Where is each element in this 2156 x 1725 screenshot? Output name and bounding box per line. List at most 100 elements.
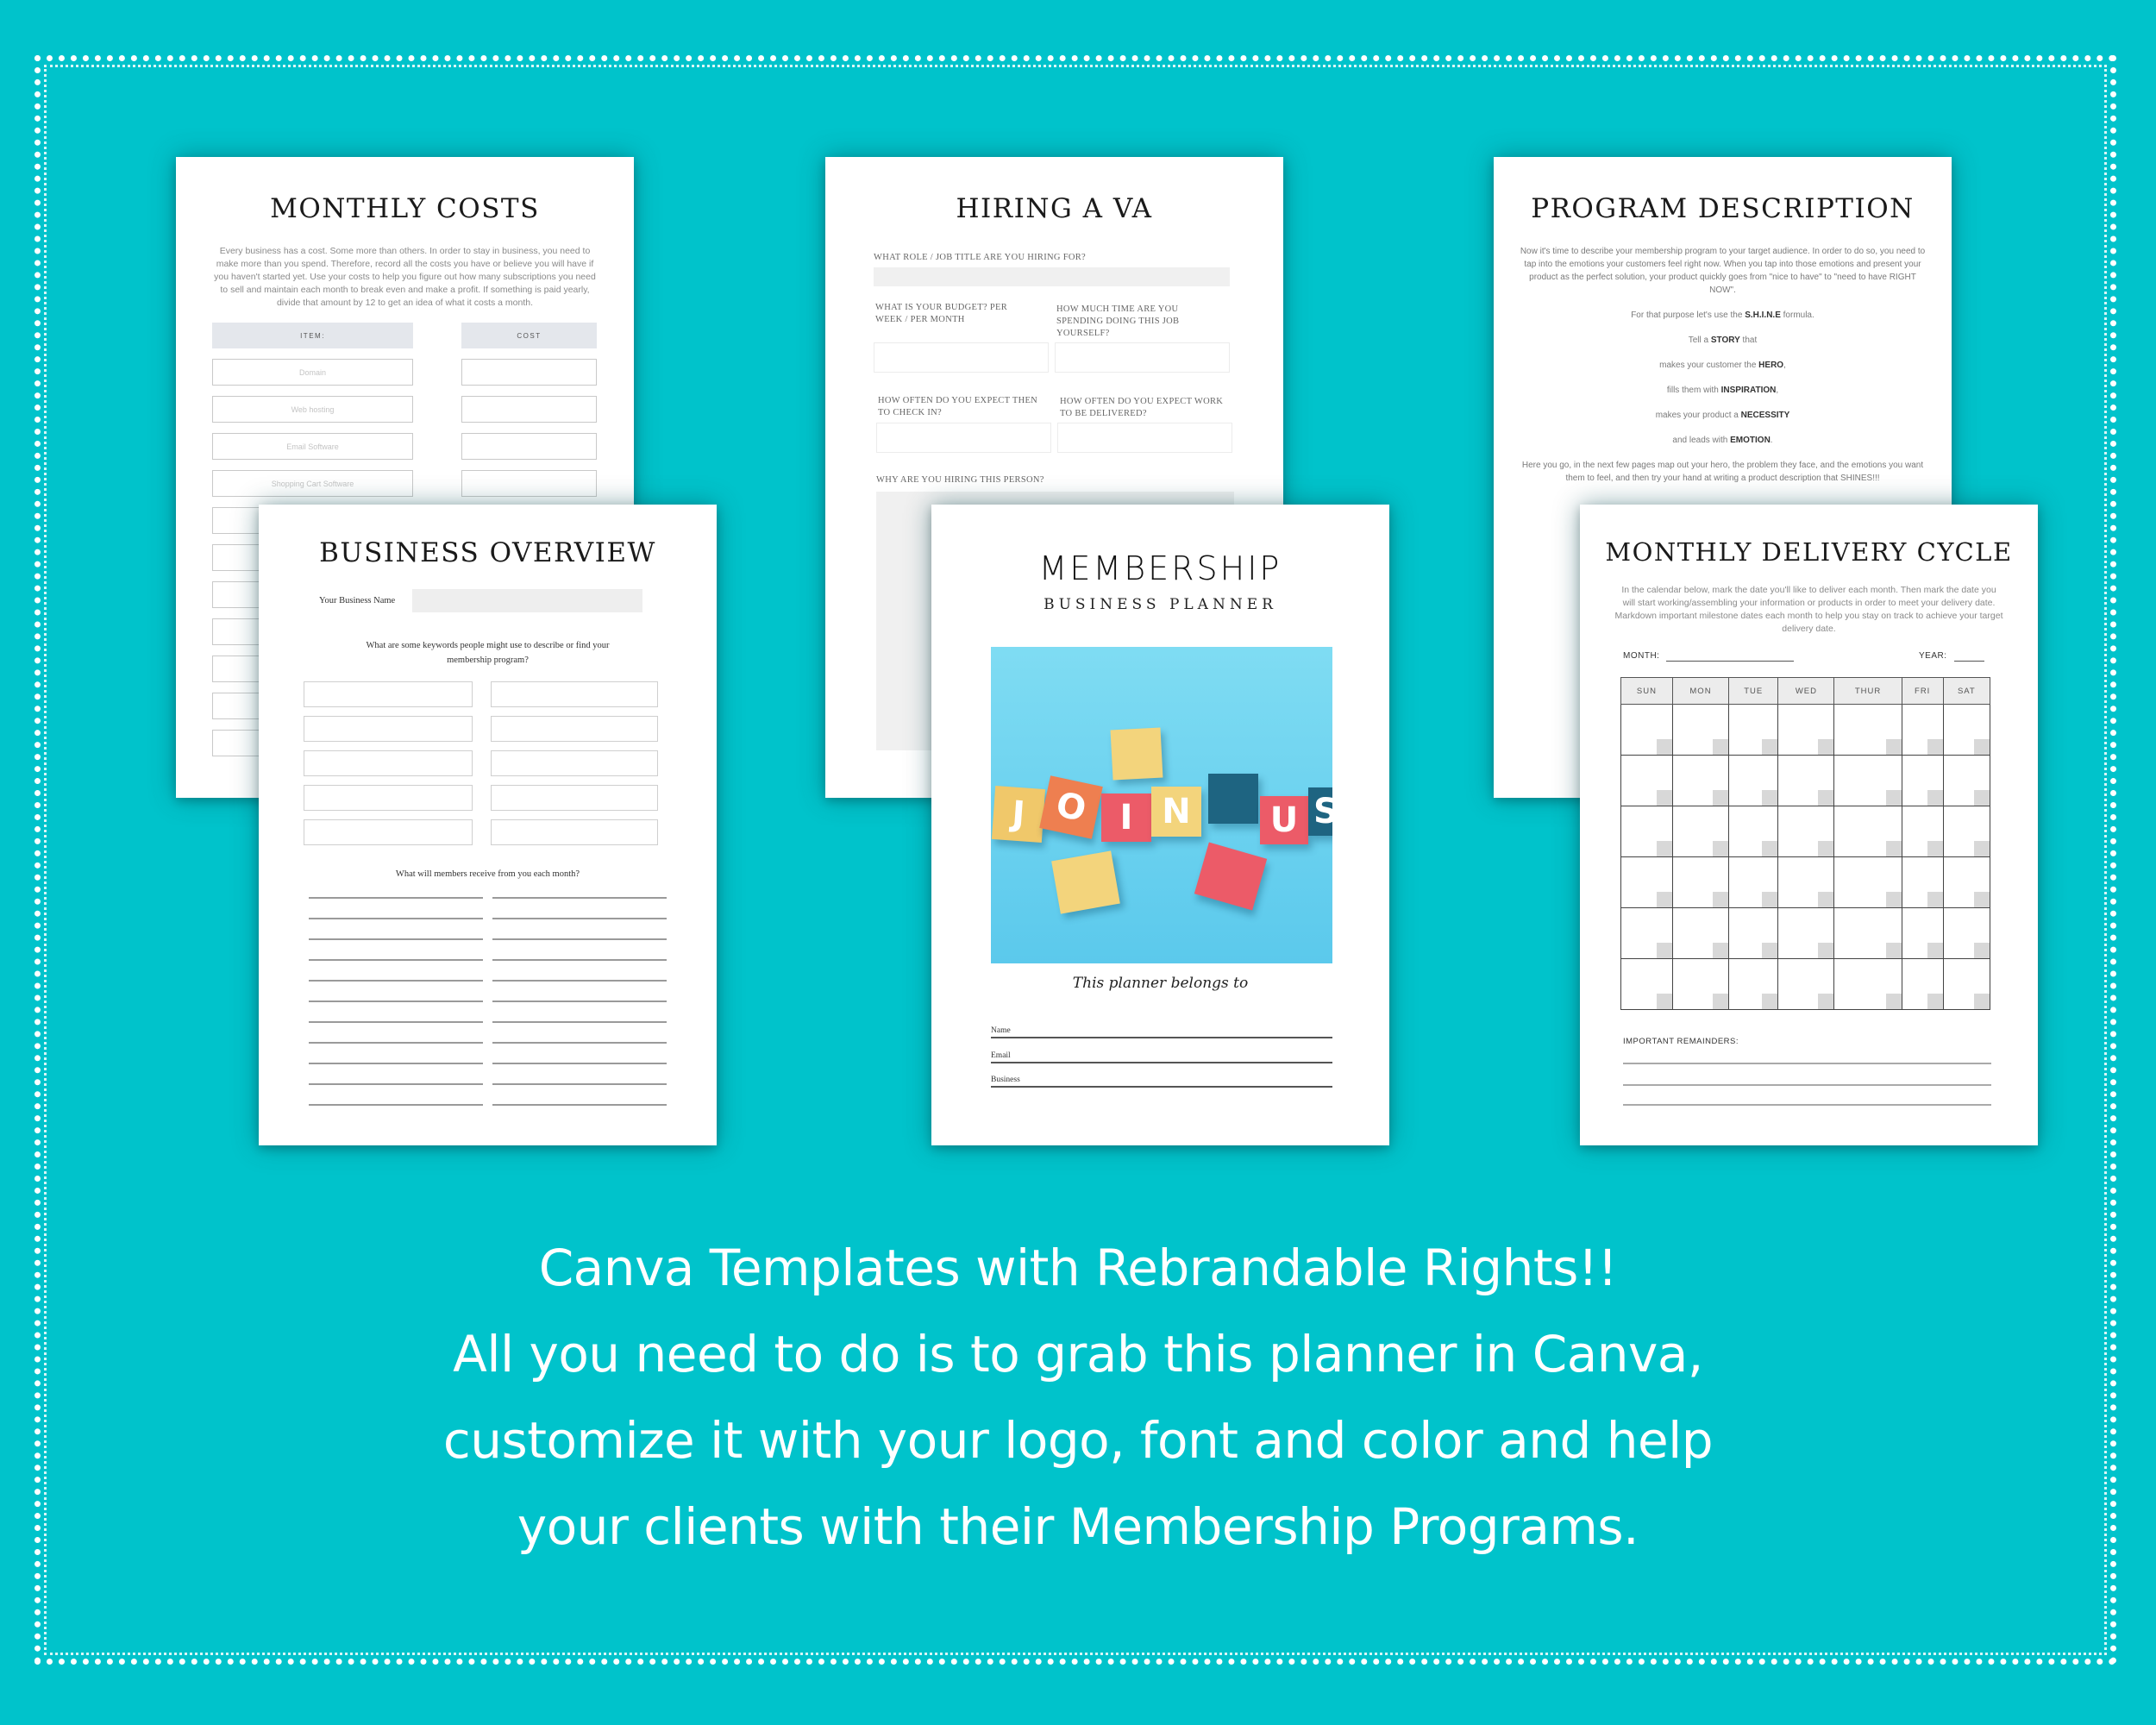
writing-line[interactable] xyxy=(309,1000,483,1002)
writing-line[interactable] xyxy=(309,980,483,982)
calendar-day-cell[interactable] xyxy=(1671,755,1730,806)
calendar-day-cell[interactable] xyxy=(1671,704,1730,756)
calendar-day-cell[interactable] xyxy=(1620,856,1673,908)
calendar-day-cell[interactable] xyxy=(1728,755,1779,806)
date-number-box xyxy=(1974,943,1990,958)
writing-line[interactable] xyxy=(492,959,667,961)
writing-line[interactable] xyxy=(492,1042,667,1044)
writing-line[interactable] xyxy=(492,1083,667,1085)
answer-role-field[interactable] xyxy=(874,267,1230,286)
calendar-day-cell[interactable] xyxy=(1620,958,1673,1010)
year-field[interactable] xyxy=(1954,661,1984,662)
writing-line[interactable] xyxy=(309,959,483,961)
cost-amount-field[interactable] xyxy=(461,359,597,386)
calendar-day-cell[interactable] xyxy=(1942,704,1991,756)
calendar-day-cell[interactable] xyxy=(1728,907,1779,959)
answer-budget-field[interactable] xyxy=(874,342,1049,373)
calendar-day-cell[interactable] xyxy=(1671,958,1730,1010)
writing-line[interactable] xyxy=(309,897,483,899)
writing-line[interactable] xyxy=(309,1021,483,1023)
writing-line[interactable] xyxy=(492,918,667,919)
writing-line[interactable] xyxy=(492,938,667,940)
keyword-field[interactable] xyxy=(491,716,658,742)
calendar-day-cell[interactable] xyxy=(1620,907,1673,959)
calendar-day-cell[interactable] xyxy=(1901,856,1944,908)
calendar-day-cell[interactable] xyxy=(1942,755,1991,806)
calendar-day-cell[interactable] xyxy=(1728,856,1779,908)
keyword-field[interactable] xyxy=(304,716,473,742)
writing-line[interactable] xyxy=(309,1083,483,1085)
writing-line[interactable] xyxy=(309,1104,483,1106)
calendar-day-cell[interactable] xyxy=(1901,704,1944,756)
month-field[interactable] xyxy=(1666,661,1794,662)
date-number-box xyxy=(1927,739,1943,755)
cost-amount-field[interactable] xyxy=(461,470,597,497)
cost-item-field[interactable]: Web hosting xyxy=(212,396,413,423)
keyword-field[interactable] xyxy=(304,750,473,776)
writing-line[interactable] xyxy=(492,1104,667,1106)
business-name-field[interactable] xyxy=(412,589,642,612)
answer-delivered-field[interactable] xyxy=(1057,423,1232,453)
cost-item-field[interactable]: Shopping Cart Software xyxy=(212,470,413,497)
keyword-field[interactable] xyxy=(304,819,473,845)
calendar-day-cell[interactable] xyxy=(1620,806,1673,857)
calendar-day-cell[interactable] xyxy=(1671,907,1730,959)
calendar-day-cell[interactable] xyxy=(1942,958,1991,1010)
calendar-day-cell[interactable] xyxy=(1942,907,1991,959)
keyword-field[interactable] xyxy=(304,785,473,811)
writing-line[interactable] xyxy=(309,938,483,940)
calendar-day-cell[interactable] xyxy=(1728,704,1779,756)
calendar-day-cell[interactable] xyxy=(1777,907,1835,959)
calendar-day-cell[interactable] xyxy=(1901,907,1944,959)
writing-line[interactable] xyxy=(492,897,667,899)
writing-line[interactable] xyxy=(309,918,483,919)
writing-line[interactable] xyxy=(309,1063,483,1064)
calendar-day-cell[interactable] xyxy=(1777,755,1835,806)
cost-item-field[interactable]: Email Software xyxy=(212,433,413,460)
calendar-day-cell[interactable] xyxy=(1620,704,1673,756)
calendar-day-cell[interactable] xyxy=(1620,755,1673,806)
writing-line[interactable] xyxy=(492,1063,667,1064)
writing-line[interactable] xyxy=(309,1042,483,1044)
calendar-day-cell[interactable] xyxy=(1728,958,1779,1010)
calendar-day-cell[interactable] xyxy=(1777,856,1835,908)
writing-line[interactable] xyxy=(492,980,667,982)
writing-line[interactable] xyxy=(492,1021,667,1023)
calendar-day-cell[interactable] xyxy=(1901,958,1944,1010)
reminder-line[interactable] xyxy=(1623,1084,1991,1086)
calendar-day-cell[interactable] xyxy=(1901,755,1944,806)
answer-time-field[interactable] xyxy=(1055,342,1230,373)
calendar-day-cell[interactable] xyxy=(1777,958,1835,1010)
writing-line[interactable] xyxy=(492,1000,667,1002)
keyword-field[interactable] xyxy=(491,819,658,845)
keyword-field[interactable] xyxy=(491,681,658,707)
calendar-day-cell[interactable] xyxy=(1728,806,1779,857)
owner-name-line[interactable]: Name xyxy=(991,1026,1332,1038)
owner-business-line[interactable]: Business xyxy=(991,1076,1332,1088)
keyword-field[interactable] xyxy=(491,785,658,811)
date-number-box xyxy=(1762,841,1778,856)
reminder-line[interactable] xyxy=(1623,1063,1991,1064)
calendar-day-cell[interactable] xyxy=(1901,806,1944,857)
answer-checkin-field[interactable] xyxy=(876,423,1051,453)
calendar-day-cell[interactable] xyxy=(1777,806,1835,857)
owner-email-line[interactable]: Email xyxy=(991,1051,1332,1063)
calendar-day-cell[interactable] xyxy=(1942,806,1991,857)
calendar-day-cell[interactable] xyxy=(1942,856,1991,908)
calendar-day-cell[interactable] xyxy=(1833,958,1902,1010)
reminder-line[interactable] xyxy=(1623,1104,1991,1106)
cost-item-field[interactable]: Domain xyxy=(212,359,413,386)
keyword-field[interactable] xyxy=(304,681,473,707)
calendar-day-cell[interactable] xyxy=(1833,856,1902,908)
date-number-box xyxy=(1818,892,1834,907)
cost-amount-field[interactable] xyxy=(461,433,597,460)
calendar-day-cell[interactable] xyxy=(1777,704,1835,756)
keyword-field[interactable] xyxy=(491,750,658,776)
calendar-day-cell[interactable] xyxy=(1833,907,1902,959)
calendar-day-cell[interactable] xyxy=(1833,755,1902,806)
cost-amount-field[interactable] xyxy=(461,396,597,423)
calendar-day-cell[interactable] xyxy=(1671,856,1730,908)
calendar-day-cell[interactable] xyxy=(1833,704,1902,756)
calendar-day-cell[interactable] xyxy=(1833,806,1902,857)
calendar-day-cell[interactable] xyxy=(1671,806,1730,857)
